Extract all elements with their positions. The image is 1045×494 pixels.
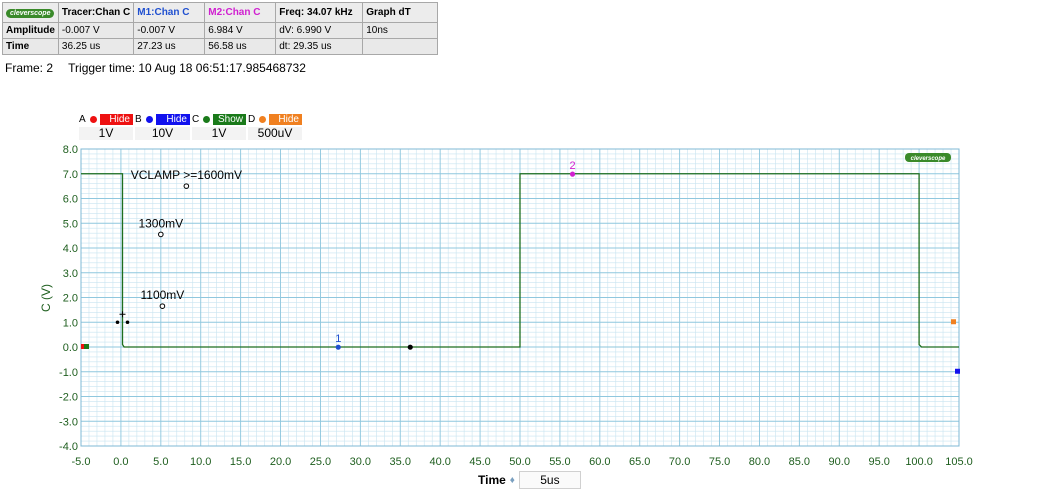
x-tick-label: 5.0 (153, 456, 168, 468)
channel-b-offset-marker[interactable] (955, 368, 960, 374)
y-axis-label: C (V) (39, 284, 53, 312)
x-tick-label: 65.0 (629, 456, 650, 468)
time-scale-control: Time ♦ 5us (478, 471, 581, 489)
channel-c-offset-marker[interactable] (84, 344, 89, 349)
x-tick-label: 50.0 (509, 456, 530, 468)
x-tick-label: 30.0 (350, 456, 371, 468)
y-tick-label: 0.0 (63, 342, 78, 354)
x-tick-label: 15.0 (230, 456, 251, 468)
y-tick-label: 1.0 (63, 317, 78, 329)
annotation-label: 1100mV (141, 288, 185, 302)
annotation-label: 1300mV (138, 216, 183, 230)
time-per-div-field[interactable]: 5us (518, 471, 581, 489)
x-tick-label: 10.0 (190, 456, 211, 468)
trigger-marker-right[interactable] (125, 320, 130, 325)
channel-d-offset-marker[interactable] (951, 319, 956, 325)
graph-logo-text: cleverscope (911, 156, 946, 162)
spinner-icon[interactable]: ♦ (510, 475, 515, 486)
trigger-marker-left[interactable] (115, 320, 120, 325)
y-tick-label: 2.0 (63, 293, 78, 305)
y-tick-label: 6.0 (63, 194, 78, 206)
scope-graph[interactable]: VCLAMP >=1600mV 1300mV 1100mV 1 2 -5.0 0.0 5.… (0, 0, 1045, 494)
x-tick-label: 95.0 (868, 456, 889, 468)
marker-point[interactable] (569, 171, 576, 177)
x-tick-label: 75.0 (709, 456, 730, 468)
x-tick-label: 0.0 (113, 456, 128, 468)
x-tick-label: 85.0 (789, 456, 810, 468)
y-tick-label: 7.0 (63, 169, 78, 181)
marker-point[interactable] (335, 344, 341, 350)
marker-label: 2 (569, 160, 575, 172)
x-tick-label: 20.0 (270, 456, 291, 468)
marker-label: 1 (335, 333, 341, 345)
y-tick-label: -2.0 (59, 392, 78, 404)
x-tick-label: 80.0 (749, 456, 770, 468)
y-tick-label: -1.0 (59, 367, 78, 379)
y-tick-label: 8.0 (63, 144, 78, 156)
annotation-point (183, 183, 190, 189)
y-tick-label: -4.0 (59, 441, 78, 453)
annotation-point (158, 231, 164, 238)
x-tick-label: 100.0 (905, 456, 933, 468)
y-tick-label: 3.0 (63, 268, 78, 280)
x-tick-label: -5.0 (72, 456, 91, 468)
graph-logo: cleverscope (905, 153, 951, 162)
x-tick-label: 35.0 (390, 456, 411, 468)
y-tick-label: -3.0 (59, 416, 78, 428)
x-tick-label: 70.0 (669, 456, 690, 468)
x-tick-label: 55.0 (549, 456, 570, 468)
annotation-point (159, 303, 166, 309)
x-tick-label: 60.0 (589, 456, 610, 468)
tracer-point[interactable] (407, 344, 413, 350)
y-tick-label: 5.0 (63, 218, 78, 230)
x-tick-label: 105.0 (945, 456, 973, 468)
x-tick-label: 40.0 (429, 456, 450, 468)
annotation-label: VCLAMP >=1600mV (131, 168, 242, 182)
y-tick-label: 4.0 (63, 243, 78, 255)
time-label: Time (478, 473, 506, 487)
x-tick-label: 25.0 (310, 456, 331, 468)
x-tick-label: 90.0 (829, 456, 850, 468)
x-tick-label: 45.0 (469, 456, 490, 468)
